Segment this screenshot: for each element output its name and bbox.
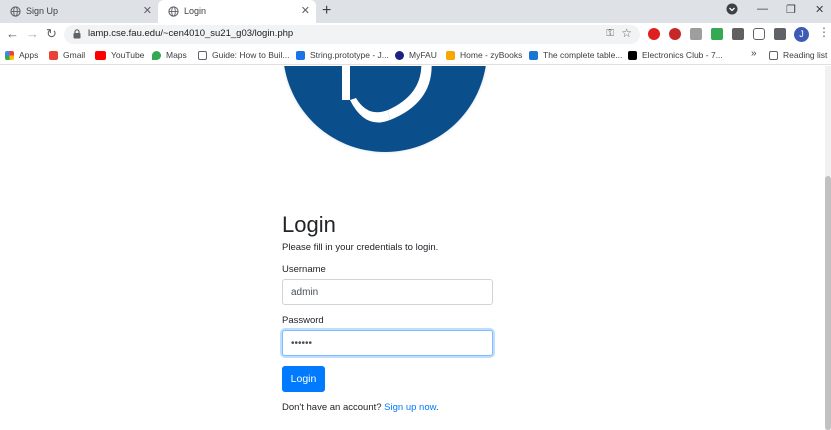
bookmark-string-prototype[interactable]: String.prototype - J... xyxy=(296,50,389,60)
zybooks-icon xyxy=(446,50,455,60)
login-button[interactable]: Login xyxy=(282,366,325,392)
bookmark-guide[interactable]: Guide: How to Buil... xyxy=(198,50,289,60)
shield-icon[interactable] xyxy=(753,28,765,40)
bookmark-zybooks[interactable]: Home - zyBooks xyxy=(446,50,522,60)
tab-search-icon[interactable] xyxy=(726,3,738,18)
browser-menu-icon[interactable]: ⋮ xyxy=(818,25,830,39)
username-field[interactable] xyxy=(282,279,493,305)
reload-icon[interactable]: ↻ xyxy=(46,26,57,41)
bookmark-apps[interactable]: Apps xyxy=(5,50,38,60)
scrollbar-thumb[interactable] xyxy=(825,176,831,430)
password-label: Password xyxy=(282,315,324,326)
profile-avatar[interactable]: J xyxy=(794,27,809,42)
page-icon xyxy=(198,50,207,60)
url-text: lamp.cse.fau.edu/~cen4010_su21_g03/login… xyxy=(88,28,294,39)
gmail-icon xyxy=(49,50,58,60)
password-field[interactable] xyxy=(282,330,493,356)
apps-grid-icon xyxy=(5,50,14,60)
bookmark-myfau[interactable]: MyFAU xyxy=(395,50,437,60)
login-subtitle: Please fill in your credentials to login… xyxy=(282,242,439,253)
page-viewport: Login Please fill in your credentials to… xyxy=(0,66,831,430)
adblock-extension-icon[interactable] xyxy=(669,28,681,40)
restore-icon[interactable]: ❐ xyxy=(786,3,796,16)
signup-prompt-text: Don't have an account? xyxy=(282,402,382,413)
screenshot-extension-icon[interactable] xyxy=(690,28,702,40)
new-tab-plus-icon[interactable]: + xyxy=(322,2,331,20)
back-arrow-icon[interactable]: ← xyxy=(6,26,19,41)
sign-up-link[interactable]: Sign up now xyxy=(384,402,436,413)
bookmarks-overflow-chevron[interactable]: » xyxy=(751,48,757,59)
bookmark-youtube[interactable]: YouTube xyxy=(95,50,144,60)
address-bar[interactable]: lamp.cse.fau.edu/~cen4010_su21_g03/login… xyxy=(64,25,640,44)
site-logo xyxy=(280,66,490,156)
bookmarks-bar: Apps Gmail YouTube Maps Guide: How to Bu… xyxy=(0,45,831,65)
fau-icon xyxy=(395,50,404,60)
extension-icon[interactable] xyxy=(732,28,744,40)
close-tab-icon[interactable]: ✕ xyxy=(301,5,310,17)
lock-icon xyxy=(73,29,81,39)
youtube-icon xyxy=(95,50,106,60)
signup-prompt-period: . xyxy=(435,402,439,413)
page-scrollbar[interactable] xyxy=(825,66,831,430)
bookmark-gmail[interactable]: Gmail xyxy=(49,50,85,60)
minimize-icon[interactable]: — xyxy=(757,3,768,15)
puzzle-extensions-icon[interactable] xyxy=(774,28,786,40)
tab-sign-up[interactable]: Sign Up ✕ xyxy=(0,0,158,23)
tab-title: Login xyxy=(184,6,207,16)
close-tab-icon[interactable]: ✕ xyxy=(143,5,152,17)
login-form: Login Please fill in your credentials to… xyxy=(282,212,494,413)
ec-icon xyxy=(628,50,637,60)
reading-list-button[interactable]: Reading list xyxy=(769,50,827,60)
tab-login[interactable]: Login ✕ xyxy=(158,0,316,23)
mdn-icon xyxy=(296,50,305,60)
bookmark-star-icon[interactable]: ☆ xyxy=(621,26,632,40)
maps-pin-icon xyxy=(152,50,161,60)
globe-icon xyxy=(168,6,179,17)
globe-icon xyxy=(10,6,21,17)
tab-title: Sign Up xyxy=(26,6,59,16)
signup-prompt: Don't have an account? Sign up now. xyxy=(282,402,439,413)
google-drive-icon[interactable] xyxy=(711,28,723,40)
bookmark-complete-table[interactable]: The complete table... xyxy=(529,50,622,60)
reading-list-icon xyxy=(769,50,778,60)
bookmark-icon xyxy=(529,50,538,60)
username-label: Username xyxy=(282,264,326,275)
bookmark-maps[interactable]: Maps xyxy=(152,50,187,60)
page-title: Login xyxy=(282,212,336,237)
close-window-icon[interactable]: ✕ xyxy=(815,3,824,16)
forward-arrow-icon[interactable]: → xyxy=(26,26,39,41)
password-key-icon[interactable]: ⚿ xyxy=(606,28,614,39)
browser-toolbar: ← → ↻ lamp.cse.fau.edu/~cen4010_su21_g03… xyxy=(0,23,831,45)
opera-extension-icon[interactable] xyxy=(648,28,660,40)
bookmark-electronics-club[interactable]: Electronics Club - 7... xyxy=(628,50,723,60)
tab-strip: Sign Up ✕ Login ✕ + — ❐ ✕ xyxy=(0,0,831,23)
